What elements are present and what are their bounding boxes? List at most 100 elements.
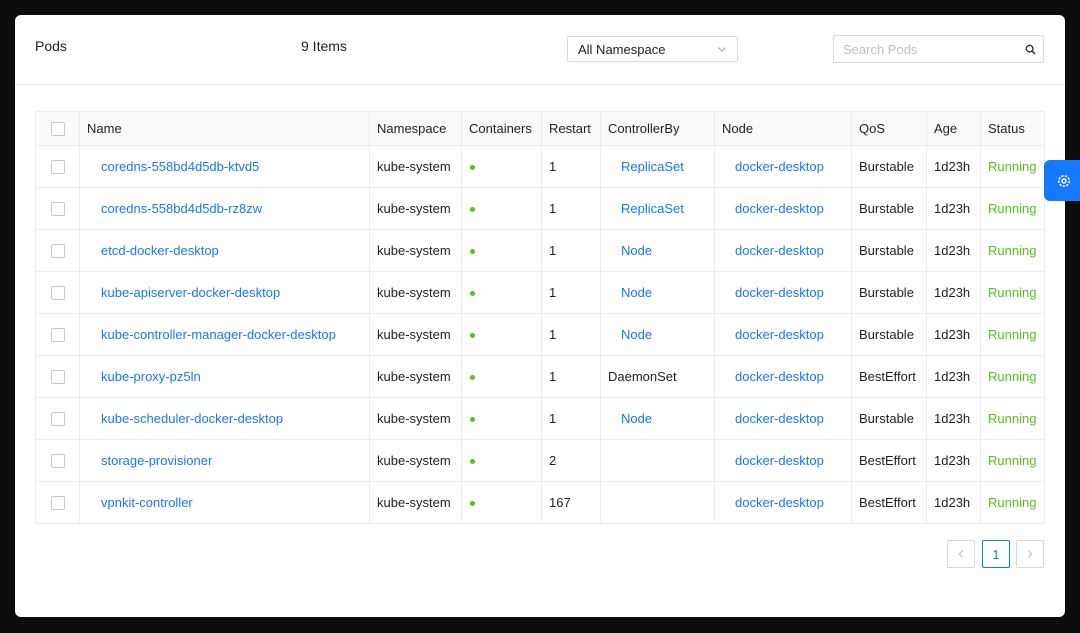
namespace-cell: kube-system — [369, 187, 462, 230]
controller-link[interactable]: ReplicaSet — [608, 201, 684, 216]
pod-name-link[interactable]: kube-scheduler-docker-desktop — [87, 411, 283, 426]
status-badge: Running — [988, 369, 1037, 384]
row-select-cell — [35, 229, 80, 272]
node-cell: docker-desktop — [714, 145, 852, 188]
qos-cell: BestEffort — [851, 439, 927, 482]
node-link[interactable]: docker-desktop — [722, 285, 824, 300]
node-cell: docker-desktop — [714, 355, 852, 398]
pod-name-link[interactable]: kube-proxy-pz5ln — [87, 369, 201, 384]
status-cell: Running — [980, 397, 1045, 440]
controller-link[interactable]: ReplicaSet — [608, 159, 684, 174]
table-row: kube-apiserver-docker-desktop kube-system… — [35, 271, 1045, 314]
status-cell: Running — [980, 439, 1045, 482]
node-link[interactable]: docker-desktop — [722, 495, 824, 510]
status-badge: Running — [988, 243, 1037, 258]
namespace-cell: kube-system — [369, 271, 462, 314]
pod-name-link[interactable]: vpnkit-controller — [87, 495, 193, 510]
search-input[interactable] — [834, 37, 1017, 61]
container-status-dot — [470, 207, 475, 213]
row-checkbox[interactable] — [50, 496, 65, 511]
node-link[interactable]: docker-desktop — [722, 201, 824, 216]
next-page-button[interactable] — [1016, 540, 1044, 568]
pod-name-cell: kube-proxy-pz5ln — [79, 355, 370, 398]
node-cell: docker-desktop — [714, 229, 852, 272]
pod-name-cell: coredns-558bd4d5db-ktvd5 — [79, 145, 370, 188]
qos-cell: Burstable — [851, 145, 927, 188]
container-status-dot — [470, 249, 475, 255]
row-checkbox[interactable] — [50, 160, 65, 175]
col-header-containers: Containers — [461, 111, 542, 146]
controller-link[interactable]: Node — [608, 411, 652, 426]
table-row: storage-provisioner kube-system 2 docker-de… — [35, 439, 1045, 482]
namespace-cell: kube-system — [369, 355, 462, 398]
pod-name-cell: vpnkit-controller — [79, 481, 370, 524]
col-header-restart: Restart — [541, 111, 601, 146]
row-checkbox[interactable] — [50, 244, 65, 259]
table-row: etcd-docker-desktop kube-system 1 Node docke… — [35, 229, 1045, 272]
age-cell: 1d23h — [926, 187, 981, 230]
containers-cell — [461, 481, 542, 524]
table-row: kube-proxy-pz5ln kube-system 1 DaemonSet doc… — [35, 355, 1045, 398]
row-checkbox[interactable] — [50, 454, 65, 469]
row-select-cell — [35, 397, 80, 440]
pod-name-cell: coredns-558bd4d5db-rz8zw — [79, 187, 370, 230]
select-all-cell — [35, 111, 80, 146]
restart-cell: 1 — [541, 397, 601, 440]
pod-name-link[interactable]: coredns-558bd4d5db-ktvd5 — [87, 159, 259, 174]
row-checkbox[interactable] — [50, 286, 65, 301]
container-status-dot — [470, 165, 475, 171]
page-1-button[interactable]: 1 — [982, 540, 1010, 568]
table-header-row: Name Namespace Containers Restart Contro… — [35, 111, 1045, 146]
node-link[interactable]: docker-desktop — [722, 453, 824, 468]
node-link[interactable]: docker-desktop — [722, 159, 824, 174]
node-link[interactable]: docker-desktop — [722, 411, 824, 426]
restart-cell: 1 — [541, 313, 601, 356]
controller-link[interactable]: Node — [608, 243, 652, 258]
controller-link[interactable]: Node — [608, 285, 652, 300]
age-cell: 1d23h — [926, 229, 981, 272]
pod-name-link[interactable]: etcd-docker-desktop — [87, 243, 219, 258]
pod-name-link[interactable]: storage-provisioner — [87, 453, 212, 468]
controller-cell: Node — [600, 313, 715, 356]
header-bar: Pods 9 Items All Namespace — [15, 15, 1065, 85]
col-header-name: Name — [79, 111, 370, 146]
status-cell: Running — [980, 145, 1045, 188]
node-link[interactable]: docker-desktop — [722, 243, 824, 258]
node-link[interactable]: docker-desktop — [722, 327, 824, 342]
controller-cell — [600, 439, 715, 482]
node-cell: docker-desktop — [714, 187, 852, 230]
age-cell: 1d23h — [926, 271, 981, 314]
controller-cell: Node — [600, 397, 715, 440]
pod-name-link[interactable]: kube-apiserver-docker-desktop — [87, 285, 280, 300]
namespace-select-value: All Namespace — [578, 41, 666, 57]
node-cell: docker-desktop — [714, 313, 852, 356]
containers-cell — [461, 271, 542, 314]
node-cell: docker-desktop — [714, 271, 852, 314]
age-cell: 1d23h — [926, 355, 981, 398]
search-icon[interactable] — [1017, 44, 1043, 55]
row-checkbox[interactable] — [50, 202, 65, 217]
namespace-cell: kube-system — [369, 439, 462, 482]
col-header-node: Node — [714, 111, 852, 146]
controller-link[interactable]: Node — [608, 327, 652, 342]
namespace-cell: kube-system — [369, 313, 462, 356]
controller-cell: Node — [600, 229, 715, 272]
status-badge: Running — [988, 285, 1037, 300]
pods-panel: Pods 9 Items All Namespace Name Namespac… — [15, 15, 1065, 617]
qos-cell: Burstable — [851, 313, 927, 356]
chevron-down-icon — [718, 47, 726, 52]
prev-page-button[interactable] — [947, 540, 975, 568]
row-checkbox[interactable] — [50, 328, 65, 343]
node-link[interactable]: docker-desktop — [722, 369, 824, 384]
age-cell: 1d23h — [926, 145, 981, 188]
pod-name-link[interactable]: coredns-558bd4d5db-rz8zw — [87, 201, 262, 216]
qos-cell: Burstable — [851, 187, 927, 230]
namespace-select[interactable]: All Namespace — [567, 36, 738, 62]
containers-cell — [461, 397, 542, 440]
settings-side-tab[interactable] — [1044, 160, 1080, 201]
row-checkbox[interactable] — [50, 370, 65, 385]
row-checkbox[interactable] — [50, 412, 65, 427]
select-all-checkbox[interactable] — [50, 122, 65, 137]
container-status-dot — [470, 333, 475, 339]
pod-name-link[interactable]: kube-controller-manager-docker-desktop — [87, 327, 336, 342]
